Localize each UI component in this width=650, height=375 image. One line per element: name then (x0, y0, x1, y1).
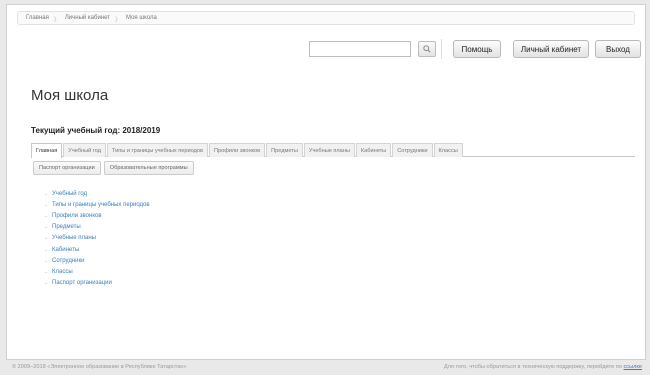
list-item[interactable]: → Сотрудники (43, 255, 150, 266)
breadcrumb-current: Моя школа (126, 15, 157, 21)
breadcrumb-separator: 〉 (53, 18, 60, 24)
arrow-icon: → (43, 268, 48, 275)
tab-classes[interactable]: Классы (433, 143, 463, 157)
section-links: → Учебный год → Типы и границы учебных пер… (43, 188, 150, 289)
tab-curricula[interactable]: Учебные планы (303, 143, 355, 157)
arrow-icon: → (43, 190, 48, 197)
list-item[interactable]: → Паспорт организации (43, 278, 150, 289)
breadcrumb-home[interactable]: Главная (26, 15, 49, 21)
cabinet-button[interactable]: Личный кабинет (513, 40, 589, 58)
breadcrumb: Главная 〉 Личный кабинет 〉 Моя школа (17, 11, 635, 25)
link-org-passport[interactable]: Паспорт организации (52, 280, 112, 286)
link-staff[interactable]: Сотрудники (52, 258, 85, 264)
breadcrumb-separator: 〉 (115, 18, 122, 24)
link-subjects[interactable]: Предметы (52, 224, 81, 230)
list-item[interactable]: → Учебный год (43, 188, 150, 199)
search-input[interactable] (309, 41, 411, 57)
arrow-icon: → (43, 201, 48, 208)
support-text: Для того, чтобы обратиться в техническую… (443, 364, 622, 370)
arrow-icon: → (43, 212, 48, 219)
list-item[interactable]: → Типы и границы учебных периодов (43, 199, 150, 210)
link-periods[interactable]: Типы и границы учебных периодов (52, 202, 150, 208)
arrow-icon: → (43, 224, 48, 231)
arrow-icon: → (43, 280, 48, 287)
link-classrooms[interactable]: Кабинеты (52, 247, 79, 253)
page-title: Моя школа (31, 87, 109, 104)
list-item[interactable]: → Предметы (43, 222, 150, 233)
tab-classrooms[interactable]: Кабинеты (355, 143, 392, 157)
list-item[interactable]: → Классы (43, 266, 150, 277)
help-button[interactable]: Помощь (453, 40, 501, 58)
breadcrumb-cabinet[interactable]: Личный кабинет (65, 15, 110, 21)
support-link[interactable]: ссылке (624, 364, 643, 370)
list-item[interactable]: → Профили звонков (43, 210, 150, 221)
list-item[interactable]: → Кабинеты (43, 244, 150, 255)
link-classes[interactable]: Классы (52, 269, 73, 275)
subtab-org-passport[interactable]: Паспорт организации (33, 161, 101, 175)
list-item[interactable]: → Учебные планы (43, 233, 150, 244)
tab-subjects[interactable]: Предметы (266, 143, 303, 157)
search-button[interactable] (418, 41, 436, 57)
link-curricula[interactable]: Учебные планы (52, 235, 96, 241)
arrow-icon: → (43, 235, 48, 242)
page-frame: Главная 〉 Личный кабинет 〉 Моя школа Пом… (6, 4, 646, 360)
current-year-label: Текущий учебный год: 2018/2019 (31, 126, 161, 135)
tab-staff[interactable]: Сотрудники (392, 143, 433, 157)
search-icon (423, 45, 431, 53)
tab-school-year[interactable]: Учебный год (63, 143, 106, 157)
footer-copyright: © 2009–2018 «Электронное образование в Р… (12, 364, 187, 370)
footer-support: Для того, чтобы обратиться в техническую… (444, 364, 642, 370)
tab-bell-profiles[interactable]: Профили звонков (208, 143, 266, 157)
link-bell-profiles[interactable]: Профили звонков (52, 213, 102, 219)
logout-button[interactable]: Выход (595, 40, 641, 58)
arrow-icon: → (43, 246, 48, 253)
tab-main[interactable]: Главная (31, 143, 63, 158)
link-school-year[interactable]: Учебный год (52, 191, 87, 197)
tab-bar: Главная Учебный год Типы и границы учебн… (31, 143, 635, 158)
header-divider (441, 39, 442, 59)
subtab-edu-programs[interactable]: Образовательные программы (103, 161, 194, 175)
subtab-bar: Паспорт организации Образовательные прог… (33, 161, 194, 175)
arrow-icon: → (43, 257, 48, 264)
tab-periods[interactable]: Типы и границы учебных периодов (106, 143, 208, 157)
